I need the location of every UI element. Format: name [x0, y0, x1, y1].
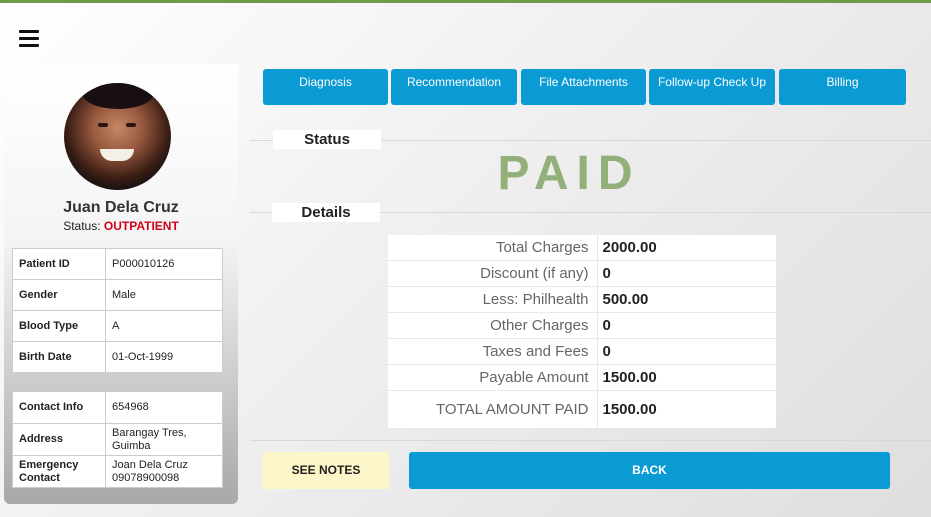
back-button[interactable]: BACK — [409, 452, 890, 489]
table-row: Payable Amount 1500.00 — [388, 364, 776, 391]
patient-name: Juan Dela Cruz — [63, 199, 179, 216]
contact-label: Contact Info — [12, 391, 106, 424]
patient-info-table: Patient ID P000010126 Gender Male Blood … — [12, 248, 223, 373]
info-label: Patient ID — [12, 248, 106, 280]
table-row: Blood Type A — [12, 310, 223, 342]
table-row: Taxes and Fees 0 — [388, 338, 776, 365]
table-row: Gender Male — [12, 279, 223, 311]
details-section-title: Details — [272, 203, 380, 222]
table-row: Emergency Contact Joan Dela Cruz 0907890… — [12, 455, 223, 488]
billing-details-table: Total Charges 2000.00 Discount (if any) … — [388, 235, 776, 428]
avatar — [64, 83, 171, 190]
tab-file-attachments[interactable]: File Attachments — [521, 69, 646, 105]
contact-label: Emergency Contact — [12, 455, 106, 488]
patient-status-label: Status: — [63, 219, 101, 233]
billing-value: 2000.00 — [597, 235, 776, 261]
info-value: P000010126 — [105, 248, 223, 280]
info-label: Birth Date — [12, 341, 106, 373]
billing-value: 0 — [597, 338, 776, 365]
tab-billing[interactable]: Billing — [779, 69, 906, 105]
contact-value: Barangay Tres, Guimba — [105, 423, 223, 456]
patient-status: Status: OUTPATIENT — [4, 219, 238, 233]
contact-label: Address — [12, 423, 106, 456]
contact-value: Joan Dela Cruz 09078900098 — [105, 455, 223, 488]
billing-label: Payable Amount — [388, 364, 598, 391]
divider — [250, 440, 931, 441]
table-row-total: TOTAL AMOUNT PAID 1500.00 — [388, 390, 776, 428]
billing-label: Less: Philhealth — [388, 286, 598, 313]
billing-value: 0 — [597, 260, 776, 287]
table-row: Less: Philhealth 500.00 — [388, 286, 776, 313]
table-row: Discount (if any) 0 — [388, 260, 776, 287]
billing-label: Discount (if any) — [388, 260, 598, 287]
top-accent-bar — [0, 0, 931, 3]
contact-value: 654968 — [105, 391, 223, 424]
info-label: Gender — [12, 279, 106, 311]
patient-sidebar: Juan Dela Cruz Status: OUTPATIENT Patien… — [4, 64, 238, 504]
billing-value: 1500.00 — [597, 364, 776, 391]
tab-diagnosis[interactable]: Diagnosis — [263, 69, 388, 105]
see-notes-button[interactable]: SEE NOTES — [263, 452, 389, 489]
billing-total-label: TOTAL AMOUNT PAID — [388, 390, 598, 428]
table-row: Birth Date 01-Oct-1999 — [12, 341, 223, 373]
billing-label: Other Charges — [388, 312, 598, 339]
billing-label: Total Charges — [388, 235, 598, 261]
info-value: Male — [105, 279, 223, 311]
billing-value: 500.00 — [597, 286, 776, 313]
table-row: Contact Info 654968 — [12, 391, 223, 424]
table-row: Address Barangay Tres, Guimba — [12, 423, 223, 456]
patient-status-value: OUTPATIENT — [103, 219, 179, 233]
status-section-title: Status — [273, 130, 381, 149]
info-value: 01-Oct-1999 — [105, 341, 223, 373]
tab-recommendation[interactable]: Recommendation — [391, 69, 517, 105]
table-row: Total Charges 2000.00 — [388, 235, 776, 261]
billing-label: Taxes and Fees — [388, 338, 598, 365]
billing-total-value: 1500.00 — [602, 401, 657, 418]
tab-follow-up-check-up[interactable]: Follow-up Check Up — [649, 69, 775, 105]
contact-info-table: Contact Info 654968 Address Barangay Tre… — [12, 391, 223, 488]
payment-status: PAID — [497, 147, 641, 200]
hamburger-menu-icon[interactable] — [19, 30, 39, 48]
table-row: Patient ID P000010126 — [12, 248, 223, 280]
info-value: A — [105, 310, 223, 342]
info-label: Blood Type — [12, 310, 106, 342]
billing-value: 0 — [597, 312, 776, 339]
table-row: Other Charges 0 — [388, 312, 776, 339]
